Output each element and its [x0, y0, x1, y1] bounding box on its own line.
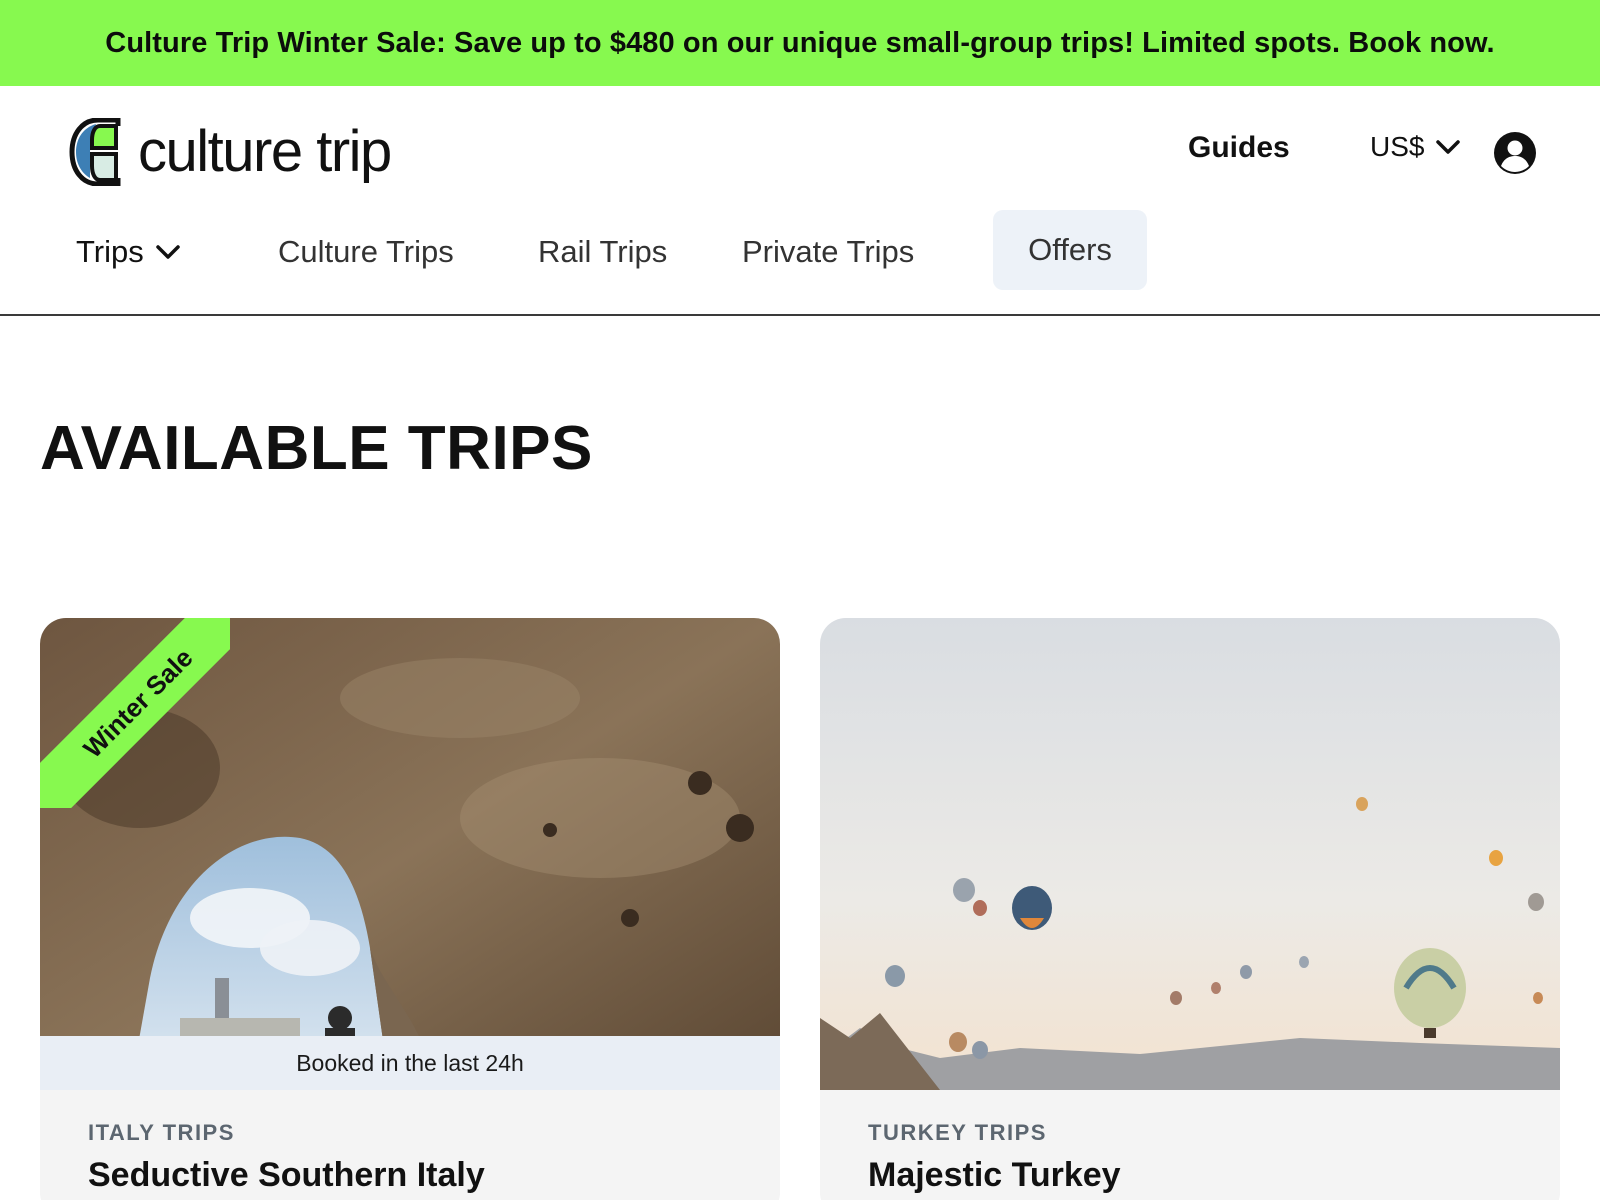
nav-culture-trips[interactable]: Culture Trips	[278, 224, 454, 280]
guides-link[interactable]: Guides	[1188, 131, 1290, 165]
trip-card-body: ITALY TRIPS Seductive Southern Italy	[40, 1090, 780, 1200]
winter-sale-ribbon: Winter Sale	[40, 618, 230, 808]
currency-label: US$	[1370, 131, 1425, 162]
trip-card-image	[820, 618, 1560, 1090]
trip-card-italy[interactable]: Winter Sale Booked in the last 24h ITALY…	[40, 618, 780, 1200]
trip-card-body: TURKEY TRIPS Majestic Turkey	[820, 1090, 1560, 1200]
site-header: culture trip Guides US$ Trips Culture Tr…	[0, 86, 1600, 316]
page-title: AVAILABLE TRIPS	[40, 414, 593, 483]
booked-status-strip: Booked in the last 24h	[40, 1036, 780, 1090]
trip-card-turkey[interactable]: TURKEY TRIPS Majestic Turkey	[820, 618, 1560, 1200]
account-icon[interactable]	[1494, 132, 1536, 174]
chevron-down-icon	[1436, 140, 1461, 154]
site-logo[interactable]: culture trip	[68, 117, 392, 187]
trip-card-title[interactable]: Seductive Southern Italy	[88, 1156, 485, 1195]
chevron-down-icon	[156, 245, 180, 259]
nav-offers[interactable]: Offers	[993, 210, 1147, 290]
promo-banner[interactable]: Culture Trip Winter Sale: Save up to $48…	[0, 0, 1600, 86]
nav-private-trips[interactable]: Private Trips	[742, 224, 914, 280]
currency-selector[interactable]: US$	[1370, 131, 1461, 163]
promo-banner-text: Culture Trip Winter Sale: Save up to $48…	[105, 26, 1495, 59]
nav-trips-label: Trips	[76, 234, 144, 269]
logo-text: culture trip	[138, 119, 392, 184]
trip-card-title[interactable]: Majestic Turkey	[868, 1156, 1121, 1195]
winter-sale-ribbon-label: Winter Sale	[40, 618, 230, 808]
logo-mark-icon	[69, 118, 121, 186]
trip-card-category: ITALY TRIPS	[88, 1120, 235, 1145]
nav-rail-trips[interactable]: Rail Trips	[538, 224, 667, 280]
main-nav: Trips Culture Trips Rail Trips Private T…	[0, 206, 1600, 296]
booked-status-text: Booked in the last 24h	[296, 1049, 524, 1076]
nav-trips-dropdown[interactable]: Trips	[76, 224, 180, 280]
trip-card-category: TURKEY TRIPS	[868, 1120, 1047, 1145]
